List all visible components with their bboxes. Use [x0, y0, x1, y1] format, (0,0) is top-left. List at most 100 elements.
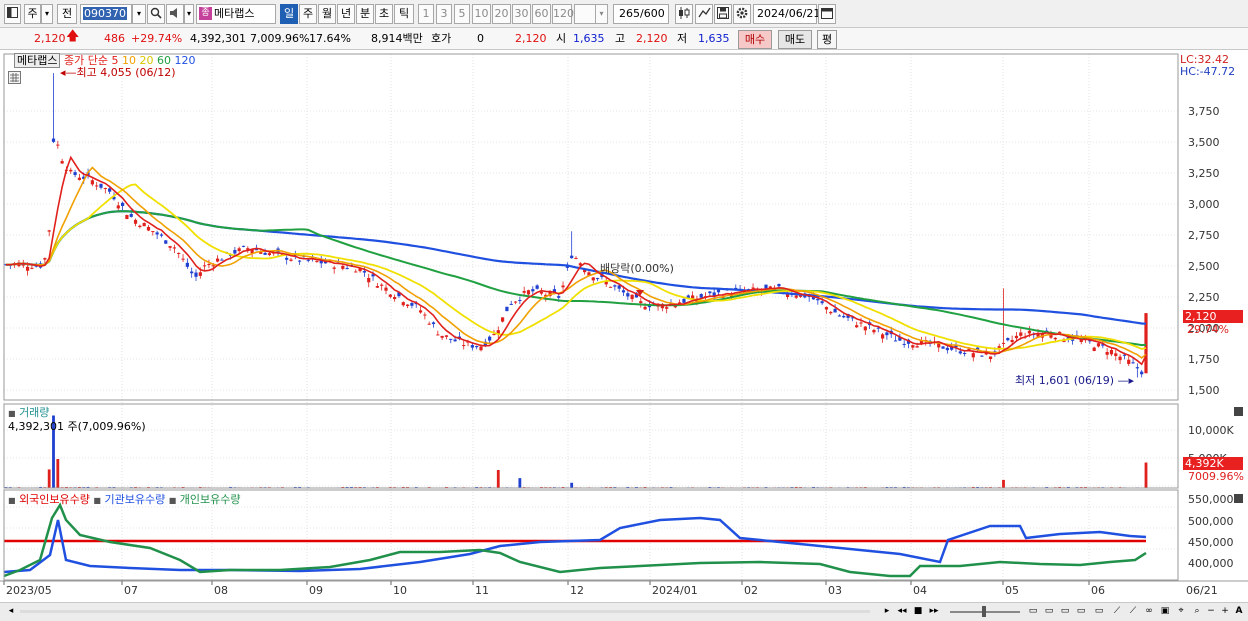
stock-code-input[interactable]: 090370 [80, 4, 132, 24]
trend-tool-2-icon[interactable]: ⟋ [1126, 605, 1140, 619]
holding-panel-close-icon[interactable] [1234, 494, 1243, 503]
buy-button[interactable]: 매수 [738, 30, 772, 49]
candle-body [367, 277, 371, 283]
tool-icon[interactable]: ⌖ [1174, 605, 1188, 619]
candle-body [43, 258, 47, 260]
date-input[interactable]: 2024/06/21 [753, 4, 820, 24]
window-menu-icon[interactable] [4, 4, 21, 24]
candle-type-icon[interactable] [675, 4, 693, 24]
interval-3-button[interactable]: 3 [436, 4, 452, 24]
trend-tool-icon[interactable]: ⟋ [1110, 605, 1124, 619]
sound-dropdown-icon[interactable]: ▾ [184, 4, 194, 24]
layout-3-icon[interactable]: ▭ [1058, 605, 1072, 619]
period-second-tab[interactable]: 초 [375, 4, 393, 24]
candle-body [215, 258, 220, 262]
institution-collapse-icon[interactable]: ■ [93, 496, 101, 505]
candle-body [665, 307, 669, 309]
next-page-icon[interactable]: ▸▸ [927, 605, 941, 619]
interval-20-button[interactable]: 20 [492, 4, 511, 24]
candle-body [56, 144, 60, 146]
sell-button[interactable]: 매도 [778, 30, 812, 49]
zoom-search-icon[interactable]: ⌕ [1190, 605, 1204, 619]
volume-bar [47, 469, 51, 488]
flat-button[interactable]: 평 [817, 30, 837, 49]
period-year-tab[interactable]: 년 [337, 4, 355, 24]
candle-body [185, 262, 189, 267]
interval-120-button[interactable]: 120 [552, 4, 574, 24]
collapse-icon[interactable]: ■ [8, 409, 16, 418]
market-dropdown-icon[interactable]: ▾ [41, 4, 53, 24]
market-selector[interactable]: 주 [24, 4, 41, 24]
first-page-icon[interactable]: ◂◂ [895, 605, 909, 619]
layout-1-icon[interactable]: ▭ [1026, 605, 1040, 619]
drawing-tool-icon[interactable] [695, 4, 713, 24]
interval-dropdown-icon[interactable]: ▾ [595, 4, 608, 24]
code-dropdown-icon[interactable]: ▾ [132, 4, 146, 24]
candle-body [194, 272, 198, 277]
horizontal-scrollbar[interactable] [20, 610, 870, 613]
ma5-line [6, 155, 1147, 366]
candle-body [388, 294, 392, 297]
scroll-right-icon[interactable]: ▸ [880, 605, 894, 619]
x-tick-label: 02 [744, 584, 758, 597]
volume-current-pct: 7009.96% [1188, 470, 1244, 483]
zoom-in-icon[interactable]: + [1218, 605, 1232, 619]
interval-60-button[interactable]: 60 [532, 4, 551, 24]
chart-area: 메타랩스 종가 단순 5 10 20 60 120 ◂—최고 4,055 (06… [0, 50, 1248, 602]
layout-4-icon[interactable]: ▭ [1074, 605, 1088, 619]
chart-canvas[interactable] [0, 50, 1248, 602]
settings-gear-icon[interactable] [733, 4, 751, 24]
candle-body [531, 289, 535, 292]
stock-name-field[interactable]: 종 메타랩스 [196, 4, 276, 24]
candle-body [1118, 356, 1122, 361]
interval-10-button[interactable]: 10 [472, 4, 491, 24]
trade-amount: 8,914백만 [371, 32, 423, 45]
image-icon[interactable]: ▣ [1158, 605, 1172, 619]
period-month-tab[interactable]: 월 [318, 4, 336, 24]
candle-body [885, 332, 889, 336]
zoom-slider-thumb[interactable] [982, 606, 986, 617]
candle-body [207, 264, 211, 266]
volume-bar [496, 470, 500, 488]
period-tick-tab[interactable]: 틱 [394, 4, 414, 24]
candle-body [1105, 351, 1109, 355]
zoom-out-icon[interactable]: − [1204, 605, 1218, 619]
candle-body [306, 259, 310, 261]
left-arrow-icon: ◂— [60, 66, 77, 79]
volume-panel-close-icon[interactable] [1234, 407, 1243, 416]
link-icon[interactable]: ∞ [1142, 605, 1156, 619]
period-day-tab[interactable]: 일 [280, 4, 298, 24]
candle-body [557, 296, 561, 298]
candle-body [613, 285, 617, 287]
price-tick-label: 3,750 [1188, 105, 1220, 118]
save-icon[interactable] [714, 4, 732, 24]
candle-body [500, 317, 505, 322]
candle-body [203, 265, 207, 267]
layout-2-icon[interactable]: ▭ [1042, 605, 1056, 619]
scroll-left-icon[interactable]: ◂ [4, 605, 18, 619]
interval-1-button[interactable]: 1 [418, 4, 434, 24]
x-tick-label: 07 [124, 584, 138, 597]
foreign-collapse-icon[interactable]: ■ [8, 496, 16, 505]
stop-icon[interactable]: ■ [911, 605, 925, 619]
sound-icon[interactable] [166, 4, 184, 24]
price-change: 486 [104, 32, 125, 45]
table-view-icon[interactable] [8, 71, 21, 84]
interval-30-button[interactable]: 30 [512, 4, 531, 24]
period-minute-tab[interactable]: 분 [356, 4, 374, 24]
candle-body [859, 322, 863, 324]
calendar-icon[interactable] [818, 4, 836, 24]
volume-pct: 7,009.96% [250, 32, 310, 45]
period-all-button[interactable]: 전 [57, 4, 77, 24]
auto-scale-icon[interactable]: A [1232, 605, 1246, 619]
layout-5-icon[interactable]: ▭ [1092, 605, 1106, 619]
data-count-field[interactable]: 265/600 [613, 4, 669, 24]
stock-name-tag[interactable]: 메타랩스 [14, 53, 61, 68]
period-week-tab[interactable]: 주 [299, 4, 317, 24]
candle-body [172, 247, 177, 249]
candle-body [418, 310, 423, 313]
individual-collapse-icon[interactable]: ■ [169, 496, 177, 505]
interval-5-button[interactable]: 5 [454, 4, 470, 24]
search-icon[interactable] [147, 4, 165, 24]
candle-body [1135, 367, 1139, 369]
